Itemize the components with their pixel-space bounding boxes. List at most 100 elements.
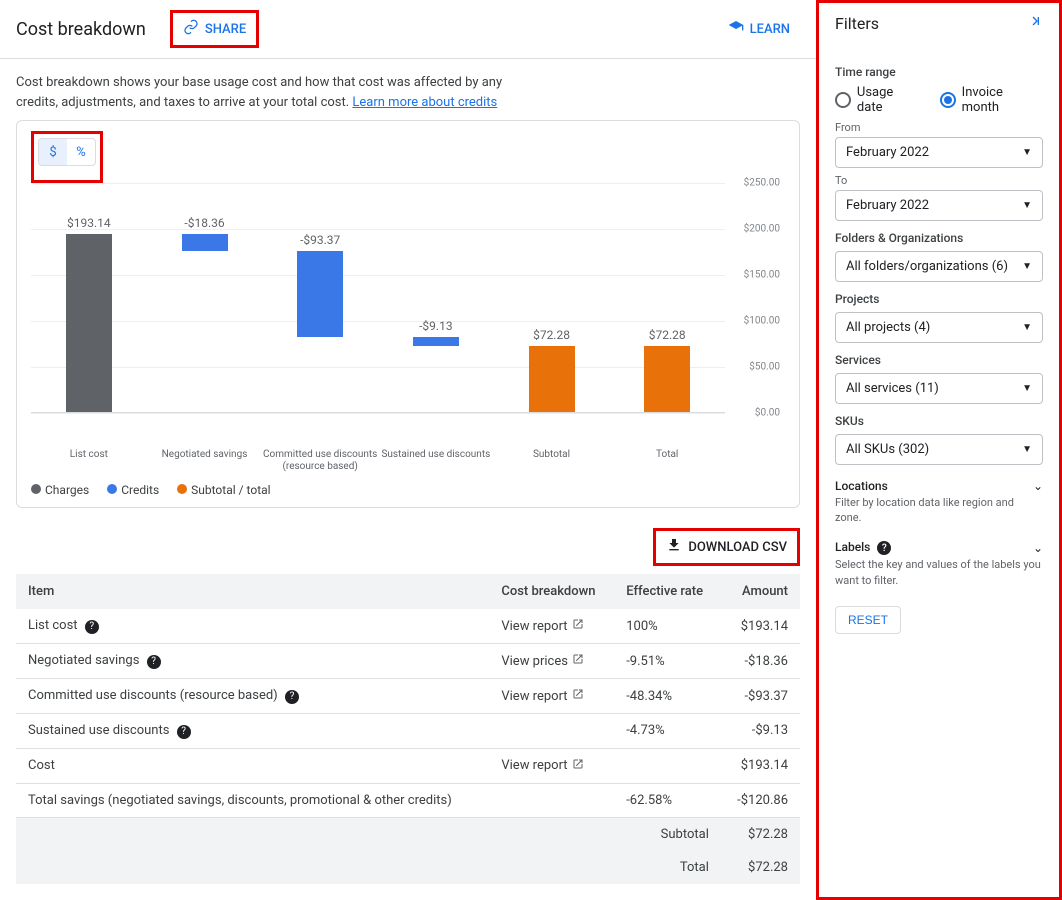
- bar-rect: [66, 234, 112, 412]
- download-csv-button[interactable]: DOWNLOAD CSV: [656, 531, 797, 563]
- y-tick-label: $150.00: [744, 270, 780, 281]
- help-icon[interactable]: ?: [285, 690, 299, 704]
- download-icon: [666, 537, 682, 557]
- labels-hint: Select the key and values of the labels …: [835, 557, 1043, 588]
- external-link-icon: [572, 688, 584, 704]
- projects-label: Projects: [835, 292, 1043, 306]
- chevron-down-icon: ⌄: [1033, 541, 1043, 555]
- skus-select[interactable]: All SKUs (302)▼: [835, 434, 1043, 465]
- share-button[interactable]: SHARE: [173, 13, 256, 45]
- view-report-link[interactable]: View prices: [501, 653, 584, 669]
- help-icon[interactable]: ?: [177, 725, 191, 739]
- cost-table: Item Cost breakdown Effective rate Amoun…: [16, 574, 800, 884]
- table-row: List cost ?View report 100%$193.14: [16, 609, 800, 644]
- chart-legend: Charges Credits Subtotal / total: [31, 483, 785, 497]
- chevron-down-icon: ▼: [1022, 200, 1032, 211]
- x-tick-label: Committed use discounts (resource based): [262, 449, 378, 473]
- collapse-panel-icon[interactable]: [1027, 13, 1043, 33]
- bar-value-label: -$18.36: [147, 216, 263, 230]
- bar-value-label: $193.14: [31, 216, 147, 230]
- x-tick-label: Subtotal: [494, 449, 610, 473]
- external-link-icon: [572, 653, 584, 669]
- y-tick-label: $250.00: [744, 178, 780, 189]
- radio-invoice-month[interactable]: Invoice month: [940, 85, 1043, 115]
- bar-value-label: $72.28: [609, 328, 725, 342]
- download-label: DOWNLOAD CSV: [688, 540, 787, 555]
- bar-value-label: $72.28: [494, 328, 610, 342]
- chevron-down-icon: ▼: [1022, 261, 1032, 272]
- learn-label: LEARN: [750, 22, 790, 37]
- legend-item: Credits: [107, 483, 159, 497]
- table-row: Sustained use discounts ?-4.73%-$9.13: [16, 714, 800, 749]
- x-tick-label: Negotiated savings: [147, 449, 263, 473]
- time-range-label: Time range: [835, 65, 1043, 79]
- help-icon[interactable]: ?: [877, 541, 891, 555]
- learn-button[interactable]: LEARN: [718, 13, 800, 45]
- bar-rect: [182, 234, 228, 251]
- y-tick-label: $50.00: [749, 362, 780, 373]
- col-item: Item: [16, 574, 489, 609]
- services-label: Services: [835, 353, 1043, 367]
- bar-rect: [297, 251, 343, 337]
- summary-row: Total$72.28: [16, 851, 800, 884]
- table-row: Total savings (negotiated savings, disco…: [16, 783, 800, 817]
- services-select[interactable]: All services (11)▼: [835, 373, 1043, 404]
- unit-toggle: $ %: [38, 138, 96, 166]
- y-tick-label: $100.00: [744, 316, 780, 327]
- folders-label: Folders & Organizations: [835, 231, 1043, 245]
- legend-item: Charges: [31, 483, 89, 497]
- chevron-down-icon: ▼: [1022, 147, 1032, 158]
- col-amount: Amount: [721, 574, 800, 609]
- y-tick-label: $200.00: [744, 224, 780, 235]
- bar-rect: [644, 346, 690, 412]
- chart-plot: $0.00$50.00$100.00$150.00$200.00$250.00$…: [31, 183, 785, 443]
- legend-item: Subtotal / total: [177, 483, 270, 497]
- view-report-link[interactable]: View report: [501, 758, 583, 774]
- locations-expand[interactable]: Locations ⌄: [835, 479, 1043, 493]
- bar-rect: [529, 346, 575, 412]
- to-label: To: [835, 174, 1043, 187]
- locations-hint: Filter by location data like region and …: [835, 495, 1043, 526]
- x-tick-label: Total: [609, 449, 725, 473]
- from-label: From: [835, 121, 1043, 134]
- help-icon[interactable]: ?: [147, 655, 161, 669]
- chevron-down-icon: ▼: [1022, 322, 1032, 333]
- to-select[interactable]: February 2022▼: [835, 190, 1043, 221]
- filters-panel: Filters Time range Usage date Invoice mo…: [816, 0, 1062, 900]
- radio-usage-date[interactable]: Usage date: [835, 85, 922, 115]
- folders-select[interactable]: All folders/organizations (6)▼: [835, 251, 1043, 282]
- link-icon: [183, 19, 199, 39]
- bar-rect: [413, 337, 459, 345]
- bar-value-label: -$93.37: [262, 233, 378, 247]
- bar-value-label: -$9.13: [378, 319, 494, 333]
- page-title: Cost breakdown: [16, 19, 146, 40]
- chevron-down-icon: ⌄: [1033, 479, 1043, 493]
- from-select[interactable]: February 2022▼: [835, 137, 1043, 168]
- table-row: Negotiated savings ?View prices -9.51%-$…: [16, 644, 800, 679]
- col-rate: Effective rate: [614, 574, 721, 609]
- help-icon[interactable]: ?: [85, 620, 99, 634]
- table-row: CostView report $193.14: [16, 748, 800, 783]
- toggle-percent[interactable]: %: [67, 139, 95, 165]
- chevron-down-icon: ▼: [1022, 444, 1032, 455]
- learn-more-link[interactable]: Learn more about credits: [352, 95, 497, 110]
- y-tick-label: $0.00: [755, 408, 780, 419]
- summary-row: Subtotal$72.28: [16, 817, 800, 851]
- labels-expand[interactable]: Labels ? ⌄: [835, 540, 1043, 556]
- view-report-link[interactable]: View report: [501, 618, 583, 634]
- share-label: SHARE: [205, 22, 246, 37]
- chart-container: $ % $0.00 $50.00 $100.00 $150.00 $200.00 $250…: [16, 120, 800, 508]
- projects-select[interactable]: All projects (4)▼: [835, 312, 1043, 343]
- x-tick-label: List cost: [31, 449, 147, 473]
- description-text: Cost breakdown shows your base usage cos…: [0, 59, 520, 120]
- graduation-cap-icon: [728, 19, 744, 39]
- filters-title: Filters: [835, 14, 879, 33]
- skus-label: SKUs: [835, 414, 1043, 428]
- chevron-down-icon: ▼: [1022, 383, 1032, 394]
- page-header: Cost breakdown SHARE LEARN: [0, 0, 816, 59]
- reset-button[interactable]: RESET: [835, 606, 901, 634]
- x-tick-label: Sustained use discounts: [378, 449, 494, 473]
- view-report-link[interactable]: View report: [501, 688, 583, 704]
- external-link-icon: [572, 758, 584, 774]
- toggle-dollar[interactable]: $: [39, 139, 67, 165]
